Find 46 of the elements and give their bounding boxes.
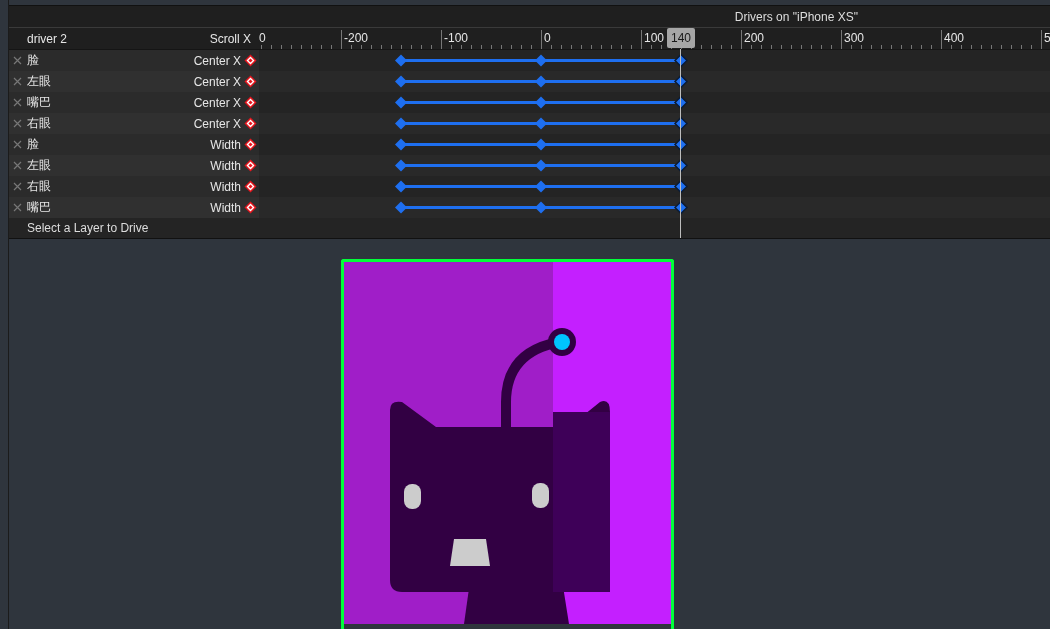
playhead-badge[interactable]: 140 [667,28,695,48]
property-name: Width [210,158,241,173]
ruler-label: 200 [744,31,767,45]
property-name: Center X [193,53,241,68]
keyframe-curve[interactable] [395,137,689,152]
keyframe-curve[interactable] [395,95,689,110]
keyframe-icon[interactable] [244,138,257,151]
property-name: Width [210,137,241,152]
keyframe-icon[interactable] [244,180,257,193]
ruler-label: 0 [259,31,268,45]
layer-name: 嘴巴 [27,94,52,111]
ruler-label: 300 [844,31,867,45]
keyframe-icon[interactable] [244,54,257,67]
keyframe-icon[interactable] [244,96,257,109]
property-name: Center X [193,116,241,131]
panel-title: Drivers on "iPhone XS" [734,9,858,24]
layer-name: 左眼 [27,73,52,90]
driver-name: driver 2 [27,31,67,46]
keyframe-icon[interactable] [244,201,257,214]
keyframe-icon[interactable] [244,117,257,130]
keyframe-icon[interactable] [244,159,257,172]
layer-name: 左眼 [27,157,52,174]
property-name: Width [210,200,241,215]
ruler-label: -200 [344,31,371,45]
keyframe-curve[interactable] [395,116,689,131]
keyframe-curve[interactable] [395,200,689,215]
layer-name: 嘴巴 [27,199,52,216]
keyframe-icon[interactable] [244,75,257,88]
ruler-label: 5 [1044,31,1050,45]
ruler-label: 100 [644,31,667,45]
property-name: Width [210,179,241,194]
keyframe-curve[interactable] [395,53,689,68]
layer-name: 脸 [27,52,40,69]
hint-text: Select a Layer to Drive [27,221,149,235]
layer-name: 右眼 [27,115,52,132]
property-name: Center X [193,74,241,89]
property-name: Center X [193,95,241,110]
layer-name: 右眼 [27,178,52,195]
layer-name: 脸 [27,136,40,153]
keyframe-curve[interactable] [395,74,689,89]
driver-property: Scroll X [209,31,251,46]
ruler-label: -100 [444,31,471,45]
ruler-label: 400 [944,31,967,45]
ruler-label: 0 [544,31,553,45]
keyframe-curve[interactable] [395,179,689,194]
keyframe-curve[interactable] [395,158,689,173]
